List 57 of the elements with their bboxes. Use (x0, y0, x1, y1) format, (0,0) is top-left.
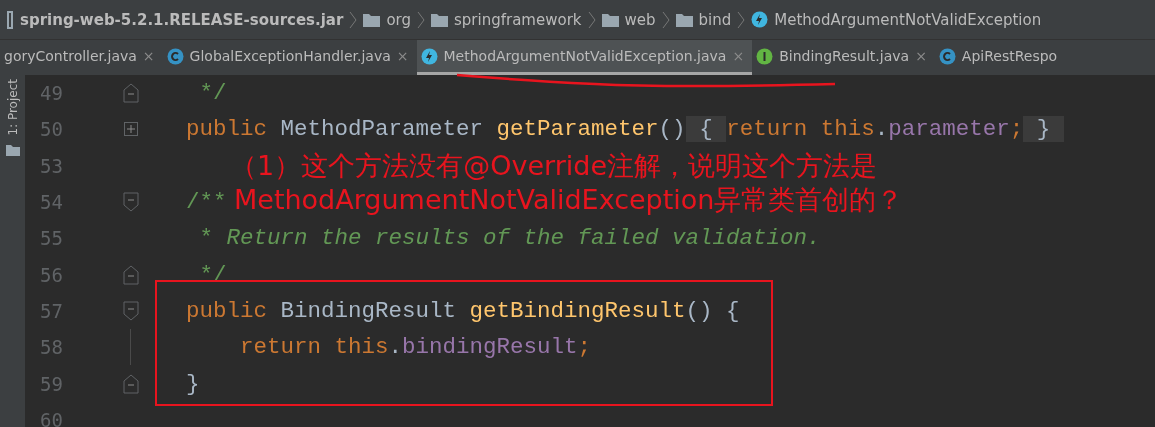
folder-icon (363, 12, 381, 27)
project-tool-tab[interactable]: 1: Project (5, 79, 20, 136)
folder-icon[interactable] (5, 143, 20, 156)
jar-icon (6, 10, 14, 29)
editor-tab[interactable]: GlobalExceptionHandler.java × (162, 40, 417, 75)
line-number: 54 (39, 191, 64, 214)
class-icon (166, 47, 184, 65)
line-number: 50 (39, 118, 64, 141)
chevron-icon (417, 9, 425, 30)
code-line: public BindingResult getBindingResult() { (185, 297, 740, 324)
chevron-icon (587, 9, 596, 30)
line-number: 53 (39, 154, 64, 177)
interface-icon (756, 47, 774, 65)
code-line: } (185, 370, 200, 397)
close-icon[interactable]: × (142, 48, 155, 64)
line-number: 58 (39, 336, 64, 359)
code-line: return this.bindingResult; (239, 334, 592, 361)
folder-icon (675, 12, 693, 27)
code-line: */ (198, 261, 227, 288)
exception-class-icon (751, 11, 769, 28)
annotation-text: MethodArgumentNotValidException异常类首创的？ (234, 184, 904, 217)
breadcrumb-item[interactable]: web (624, 10, 656, 29)
line-number: 55 (39, 227, 64, 250)
code-line: /** (185, 189, 227, 216)
fold-marker-icon[interactable] (122, 264, 139, 285)
class-icon (938, 47, 956, 65)
line-number: 49 (39, 82, 64, 105)
line-number: 59 (39, 372, 64, 395)
code-line: * Return the results of the failed validation. (198, 225, 821, 252)
line-number: 56 (39, 263, 64, 286)
annotation-text: （1）这个方法没有@Override注解，说明这个方法是 (230, 150, 877, 183)
close-icon[interactable]: × (915, 48, 927, 64)
folder-icon (601, 12, 619, 27)
exception-class-icon (420, 47, 438, 65)
breadcrumb-item[interactable]: MethodArgumentNotValidException (774, 10, 1042, 29)
close-icon[interactable]: × (396, 48, 409, 64)
editor-tab[interactable]: MethodArgumentNotValidException.java × (416, 40, 753, 75)
line-number: 60 (39, 408, 64, 427)
chevron-icon (349, 9, 358, 30)
breadcrumb-item[interactable]: org (386, 10, 411, 29)
code-line: public MethodParameter getParameter() { return this.parameter; } (132, 116, 1064, 143)
breadcrumb-item[interactable]: bind (698, 10, 732, 29)
line-number: 57 (39, 299, 64, 322)
fold-marker-icon[interactable] (122, 373, 139, 394)
breadcrumb-item[interactable]: spring-web-5.2.1.RELEASE-sources.jar (20, 10, 344, 29)
fold-marker-icon[interactable] (122, 300, 139, 321)
breadcrumb-item[interactable]: springframework (454, 10, 582, 29)
editor-tab[interactable]: ApiRestRespo (934, 40, 1066, 75)
fold-marker-icon[interactable] (122, 83, 139, 104)
chevron-icon (661, 9, 670, 30)
code-line: */ (198, 80, 227, 107)
expand-icon[interactable] (123, 122, 138, 137)
editor-tab[interactable]: goryController.java × (0, 40, 163, 75)
editor-tab[interactable]: BindingResult.java × (752, 40, 935, 75)
chevron-icon (737, 9, 746, 30)
folder-icon (431, 12, 448, 27)
fold-marker-icon[interactable] (122, 192, 139, 213)
